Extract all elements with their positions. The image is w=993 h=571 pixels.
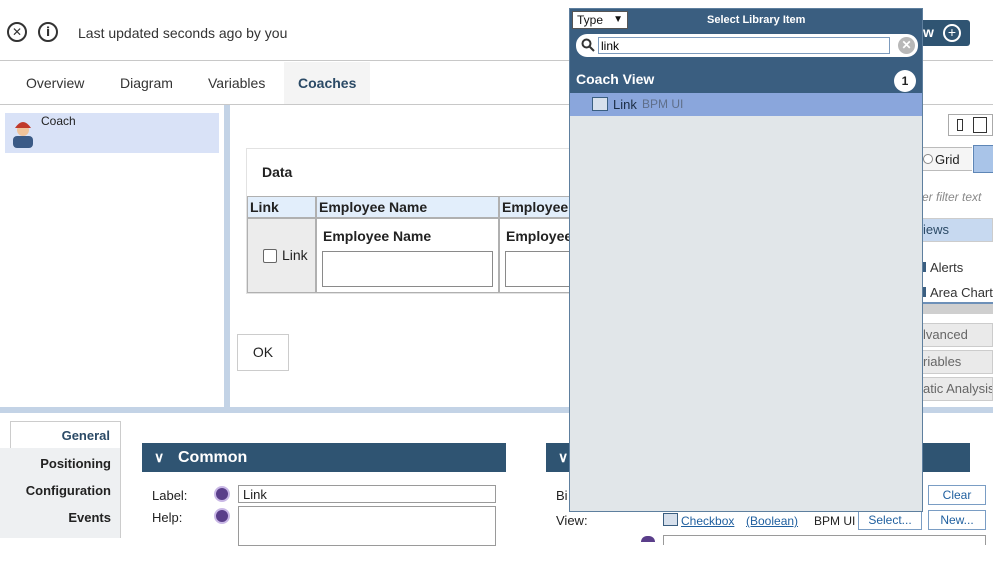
result-item-name: Link [613, 97, 637, 112]
popup-header: Type ▼ Select Library Item ✕ [570, 9, 922, 69]
category-label: Coach View [576, 71, 655, 87]
palette-layout-toggle[interactable] [948, 114, 993, 136]
close-icon[interactable]: ✕ [7, 22, 27, 42]
help-input[interactable] [238, 506, 496, 546]
grid-radio[interactable]: Grid [922, 147, 972, 171]
view-checkbox-link[interactable]: Checkbox [681, 514, 734, 528]
nav-events[interactable]: Events [68, 510, 111, 525]
nav-positioning[interactable]: Positioning [40, 456, 111, 471]
clear-search-icon[interactable]: ✕ [898, 37, 915, 54]
palette-item-area-chart-label: Area Chart [930, 285, 993, 300]
type-dropdown-label: Type [577, 13, 604, 27]
bottom-partial-input[interactable] [663, 535, 986, 545]
tab-coaches[interactable]: Coaches [284, 62, 371, 104]
palette-views-section[interactable]: iews [922, 218, 993, 242]
employee-name-label: Employee Name [323, 228, 432, 244]
chevron-down-icon: ∨ [154, 449, 165, 465]
splitter-left[interactable] [224, 105, 230, 410]
checkbox-view-icon [663, 513, 678, 526]
tab-variables[interactable]: Variables [194, 62, 279, 104]
grid-header-link[interactable]: Link [247, 196, 316, 218]
plus-circle-icon: + [943, 24, 961, 42]
coach-user-icon [13, 122, 33, 148]
result-item-library: BPM UI [642, 97, 684, 111]
grid-radio-selected[interactable] [973, 145, 993, 173]
label-variable-icon[interactable] [214, 486, 230, 502]
search-icon [581, 38, 595, 52]
select-button[interactable]: Select... [858, 510, 922, 530]
palette-static-analysis-section[interactable]: atic Analysis [922, 377, 993, 401]
coach-view-icon [592, 97, 608, 111]
grid-cell-employee-name[interactable]: Employee Name [316, 218, 499, 293]
new-button[interactable]: New... [928, 510, 986, 530]
nav-configuration[interactable]: Configuration [26, 483, 111, 498]
view-type-link[interactable]: (Boolean) [746, 514, 798, 528]
grid-header-employee-name[interactable]: Employee Name [316, 196, 499, 218]
palette-item-alerts-label: Alerts [930, 260, 964, 275]
common-section-header[interactable]: ∨ Common [142, 443, 506, 472]
coach-label: Coach [41, 114, 76, 128]
popup-title: Select Library Item [707, 14, 806, 26]
help-variable-icon[interactable] [214, 508, 230, 524]
palette-item-alerts[interactable]: Alerts [922, 257, 993, 279]
palette-scrollbar[interactable] [922, 302, 993, 314]
palette-filter-input[interactable]: er filter text [922, 186, 993, 208]
palette-variables-section[interactable]: riables [922, 350, 993, 374]
employee-name-input[interactable] [322, 251, 493, 287]
last-updated-status: Last updated seconds ago by you [78, 25, 288, 41]
caret-down-icon: ▼ [613, 14, 623, 25]
new-button-top[interactable]: w + [915, 20, 970, 46]
help-field-label: Help: [152, 510, 183, 525]
tab-overview[interactable]: Overview [12, 62, 98, 104]
nav-border [120, 448, 121, 538]
category-count-badge: 1 [894, 70, 916, 92]
binding-field-label: Bi [556, 488, 568, 503]
layout-narrow-icon [957, 119, 963, 131]
ok-button[interactable]: OK [237, 334, 289, 371]
category-header-coach-view[interactable]: Coach View 1 [570, 69, 922, 93]
common-section-title: Common [178, 449, 248, 466]
type-dropdown[interactable]: Type ▼ [572, 11, 628, 29]
coach-list-item[interactable]: Coach [5, 113, 219, 153]
properties-nav: Positioning Configuration Events [0, 448, 121, 538]
info-icon[interactable]: i [38, 22, 58, 42]
chevron-down-icon-2: ∨ [558, 449, 569, 465]
grid-label: Grid [935, 152, 960, 167]
label-field-label: Label: [152, 488, 188, 503]
palette-item-area-chart[interactable]: Area Chart [922, 282, 993, 304]
clear-button[interactable]: Clear [928, 485, 986, 505]
view-field-label: View: [556, 513, 588, 528]
link-checkbox-label: Link [282, 247, 308, 263]
result-item-link[interactable]: Link BPM UI [570, 93, 922, 116]
bottom-partial-dot [641, 536, 655, 542]
employee-label: Employee [506, 228, 573, 244]
nav-general[interactable]: General [10, 421, 121, 448]
search-box: ✕ [576, 34, 918, 57]
tab-diagram[interactable]: Diagram [106, 62, 187, 104]
select-library-item-popup: Type ▼ Select Library Item ✕ Coach View … [569, 8, 923, 512]
label-input[interactable]: Link [238, 485, 496, 503]
layout-wide-icon [973, 117, 987, 133]
search-input[interactable] [598, 37, 890, 54]
grid-cell-link[interactable]: Link [247, 218, 316, 293]
data-section-title: Data [262, 164, 293, 180]
grid-radio-circle [923, 154, 933, 164]
palette-advanced-section[interactable]: lvanced [922, 323, 993, 347]
view-library-label: BPM UI [814, 514, 856, 528]
new-button-top-label: w [923, 24, 934, 40]
link-checkbox[interactable] [263, 249, 277, 263]
